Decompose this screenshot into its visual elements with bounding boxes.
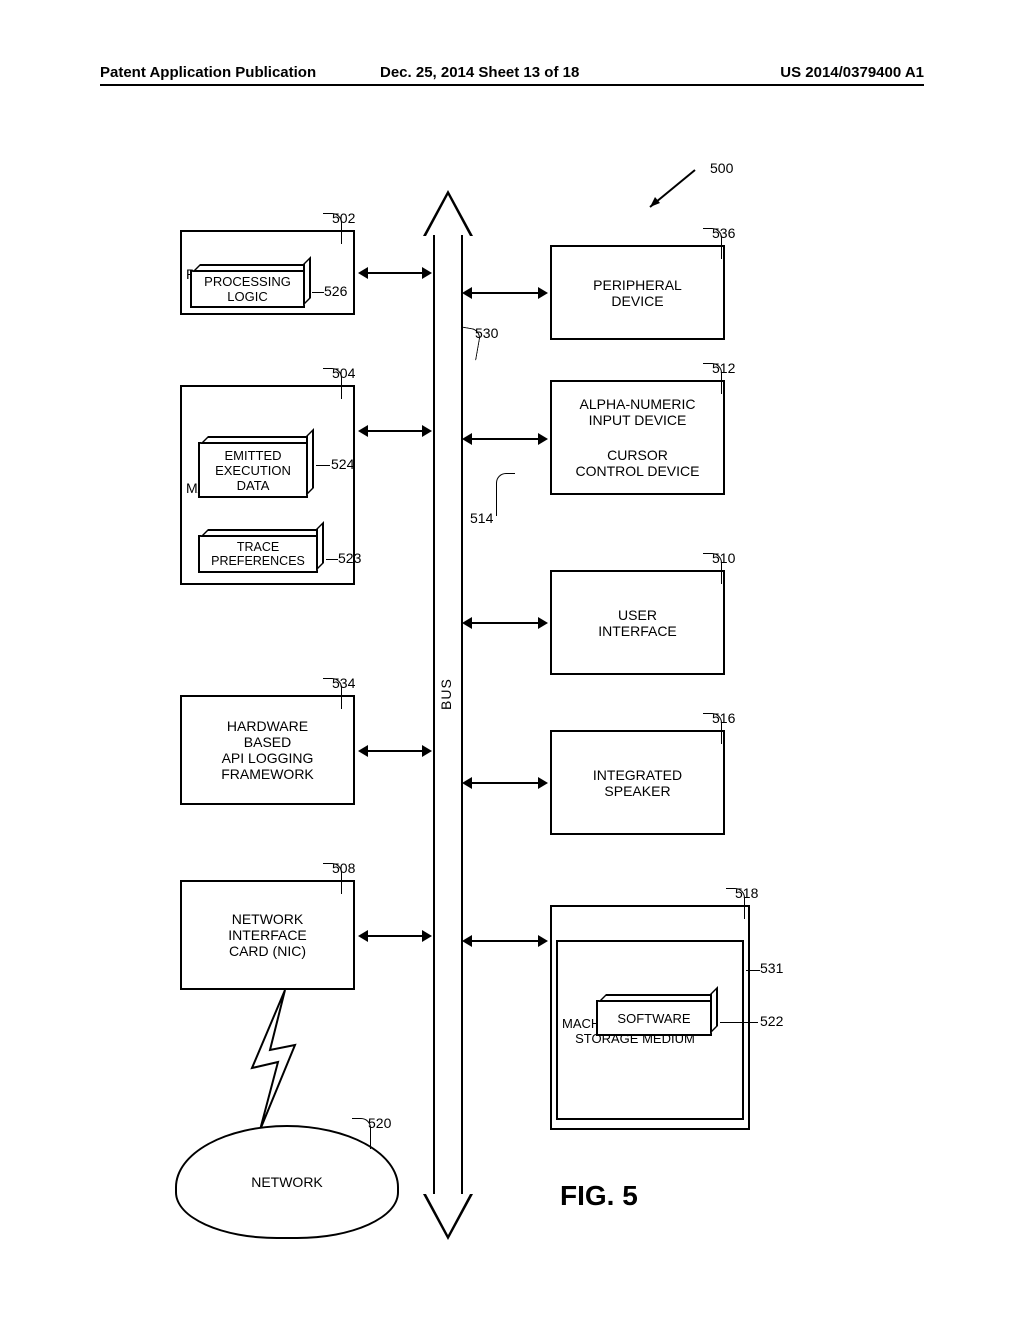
ref-514: 514 xyxy=(470,510,493,526)
ref-531: 531 xyxy=(760,960,783,976)
speaker-box: INTEGRATED SPEAKER xyxy=(550,730,725,835)
processing-logic-box: PROCESSING LOGIC xyxy=(190,270,305,308)
speaker-label: INTEGRATED SPEAKER xyxy=(593,767,682,799)
ref-520: 520 xyxy=(368,1115,391,1131)
header-right: US 2014/0379400 A1 xyxy=(780,64,924,81)
user-interface-box: USER INTERFACE xyxy=(550,570,725,675)
ref-524: 524 xyxy=(331,456,354,472)
page-header: Patent Application Publication Dec. 25, … xyxy=(100,84,924,110)
ref-500-arrow xyxy=(640,165,700,215)
peripheral-label: PERIPHERAL DEVICE xyxy=(593,277,682,309)
software-label: SOFTWARE xyxy=(617,1011,690,1026)
network-label: NETWORK xyxy=(251,1174,323,1190)
figure-title: FIG. 5 xyxy=(560,1180,638,1212)
conn-mainmem xyxy=(360,430,430,432)
ref-522: 522 xyxy=(760,1013,783,1029)
ui-label: USER INTERFACE xyxy=(598,607,677,639)
network-bolt-icon xyxy=(240,990,320,1130)
trace-label: TRACE PREFERENCES xyxy=(211,540,305,568)
bus-body xyxy=(433,235,463,1195)
page: Patent Application Publication Dec. 25, … xyxy=(0,0,1024,1320)
header-left: Patent Application Publication xyxy=(100,64,316,81)
header-mid: Dec. 25, 2014 Sheet 13 of 18 xyxy=(380,64,579,81)
bus-label: BUS xyxy=(438,678,454,710)
conn-peripheral xyxy=(464,292,546,294)
conn-secmem xyxy=(464,940,546,942)
emitted-label: EMITTED EXECUTION DATA xyxy=(215,448,291,493)
conn-nic xyxy=(360,935,430,937)
ref-526: 526 xyxy=(324,283,347,299)
trace-box: TRACE PREFERENCES xyxy=(198,535,318,573)
conn-ui xyxy=(464,622,546,624)
hw-api-label: HARDWARE BASED API LOGGING FRAMEWORK xyxy=(221,718,314,782)
system-diagram: 500 BUS 530 PROCESSOR PROCESSING LOGIC 5… xyxy=(180,170,820,1220)
conn-processor xyxy=(360,272,430,274)
cursor-label: CURSOR CONTROL DEVICE xyxy=(576,447,700,479)
peripheral-box: PERIPHERAL DEVICE xyxy=(550,245,725,340)
processing-logic-label: PROCESSING LOGIC xyxy=(204,274,291,304)
conn-speaker xyxy=(464,782,546,784)
ref-523: 523 xyxy=(338,550,361,566)
ref-500: 500 xyxy=(710,160,733,176)
nic-box: NETWORK INTERFACE CARD (NIC) xyxy=(180,880,355,990)
software-box: SOFTWARE xyxy=(596,1000,712,1036)
hw-api-box: HARDWARE BASED API LOGGING FRAMEWORK xyxy=(180,695,355,805)
conn-hwapi xyxy=(360,750,430,752)
nic-label: NETWORK INTERFACE CARD (NIC) xyxy=(228,911,307,959)
alpha-label: ALPHA-NUMERIC INPUT DEVICE xyxy=(580,396,696,428)
input-box: ALPHA-NUMERIC INPUT DEVICE CURSOR CONTRO… xyxy=(550,380,725,495)
emitted-box: EMITTED EXECUTION DATA xyxy=(198,442,308,498)
conn-input xyxy=(464,438,546,440)
